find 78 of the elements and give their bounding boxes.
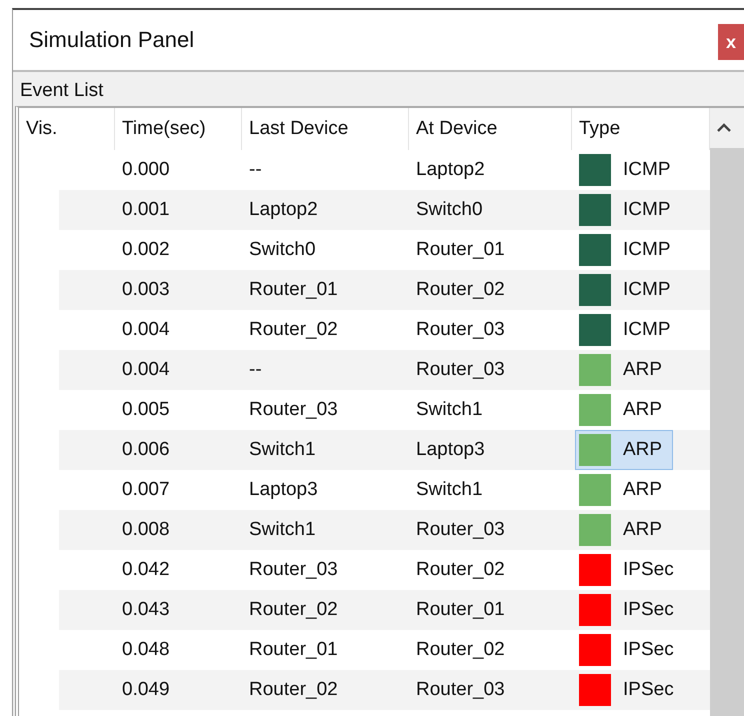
type-label: IPSec <box>623 559 674 581</box>
time-cell-text: 0.005 <box>121 399 171 421</box>
time-cell-text: 0.001 <box>121 199 171 221</box>
last-device-cell-text: Router_02 <box>248 319 339 341</box>
type-cell[interactable]: IPSec <box>575 670 673 710</box>
last-device-cell-text: Router_03 <box>248 399 339 421</box>
type-cell[interactable]: ICMP <box>575 190 673 230</box>
type-cell[interactable]: ARP <box>575 430 673 470</box>
last-device-cell-text: Router_02 <box>248 679 339 701</box>
last-device-cell-text: Laptop3 <box>248 479 319 501</box>
last-device-cell-text: Router_01 <box>248 279 339 301</box>
time-cell-text: 0.006 <box>121 439 171 461</box>
time-cell-text: 0.043 <box>121 599 171 621</box>
column-header[interactable]: Last Device <box>242 108 409 150</box>
last-device-cell-text: Switch1 <box>248 519 317 541</box>
time-cell-text: 0.004 <box>121 359 171 381</box>
at-device-cell-text: Laptop2 <box>415 159 486 181</box>
at-device-cell-text: Router_02 <box>415 559 506 581</box>
last-device-cell-text: Laptop2 <box>248 199 319 221</box>
time-cell-text: 0.042 <box>121 559 171 581</box>
type-cell[interactable]: ICMP <box>575 150 673 190</box>
type-label: IPSec <box>623 599 674 621</box>
at-device-cell-text: Router_03 <box>415 519 506 541</box>
type-cell[interactable]: ICMP <box>575 230 673 270</box>
last-device-cell-text: Router_01 <box>248 639 339 661</box>
time-cell-text: 0.003 <box>121 279 171 301</box>
type-label: ARP <box>623 399 662 421</box>
type-label: ARP <box>623 479 662 501</box>
time-cell-text: 0.048 <box>121 639 171 661</box>
column-header[interactable]: Vis. <box>19 108 115 150</box>
time-cell-text: 0.049 <box>121 679 171 701</box>
scroll-up-icon[interactable] <box>716 123 732 133</box>
last-device-cell-text: Router_02 <box>248 599 339 621</box>
type-label: IPSec <box>623 639 674 661</box>
column-header[interactable]: At Device <box>409 108 572 150</box>
at-device-cell-text: Router_03 <box>415 679 506 701</box>
type-label: ICMP <box>623 199 670 221</box>
type-cell[interactable]: ARP <box>575 510 673 550</box>
last-device-cell-text: -- <box>248 359 263 381</box>
window-title: Simulation Panel <box>29 27 194 53</box>
type-cell[interactable]: ICMP <box>575 310 673 350</box>
at-device-cell-text: Switch0 <box>415 199 484 221</box>
close-button[interactable]: x <box>718 24 744 60</box>
last-device-cell-text: Switch0 <box>248 239 317 261</box>
time-cell-text: 0.007 <box>121 479 171 501</box>
type-cell[interactable]: ARP <box>575 470 673 510</box>
last-device-cell-text: Switch1 <box>248 439 317 461</box>
type-label: IPSec <box>623 679 674 701</box>
type-label: ICMP <box>623 159 670 181</box>
type-cell[interactable]: ICMP <box>575 270 673 310</box>
type-label: ARP <box>623 519 662 541</box>
at-device-cell-text: Router_03 <box>415 359 506 381</box>
at-device-cell-text: Router_02 <box>415 279 506 301</box>
time-cell-text: 0.008 <box>121 519 171 541</box>
time-cell-text: 0.002 <box>121 239 171 261</box>
column-header[interactable]: Time(sec) <box>115 108 242 150</box>
at-device-cell-text: Switch1 <box>415 399 484 421</box>
type-cell[interactable]: ARP <box>575 350 673 390</box>
type-label: ICMP <box>623 279 670 301</box>
last-device-cell-text: -- <box>248 159 263 181</box>
type-label: ICMP <box>623 239 670 261</box>
type-cell[interactable]: IPSec <box>575 590 673 630</box>
type-cell[interactable]: IPSec <box>575 550 673 590</box>
type-label: ARP <box>623 439 662 461</box>
at-device-cell-text: Router_01 <box>415 239 506 261</box>
at-device-cell-text: Router_03 <box>415 319 506 341</box>
at-device-cell-text: Switch1 <box>415 479 484 501</box>
last-device-cell-text: Router_03 <box>248 559 339 581</box>
type-cell[interactable]: IPSec <box>575 630 673 670</box>
type-cell[interactable]: ARP <box>575 390 673 430</box>
at-device-cell-text: Laptop3 <box>415 439 486 461</box>
at-device-cell-text: Router_02 <box>415 639 506 661</box>
group-title: Event List <box>19 79 104 103</box>
at-device-cell-text: Router_01 <box>415 599 506 621</box>
time-cell-text: 0.000 <box>121 159 171 181</box>
time-cell-text: 0.004 <box>121 319 171 341</box>
type-label: ARP <box>623 359 662 381</box>
type-label: ICMP <box>623 319 670 341</box>
